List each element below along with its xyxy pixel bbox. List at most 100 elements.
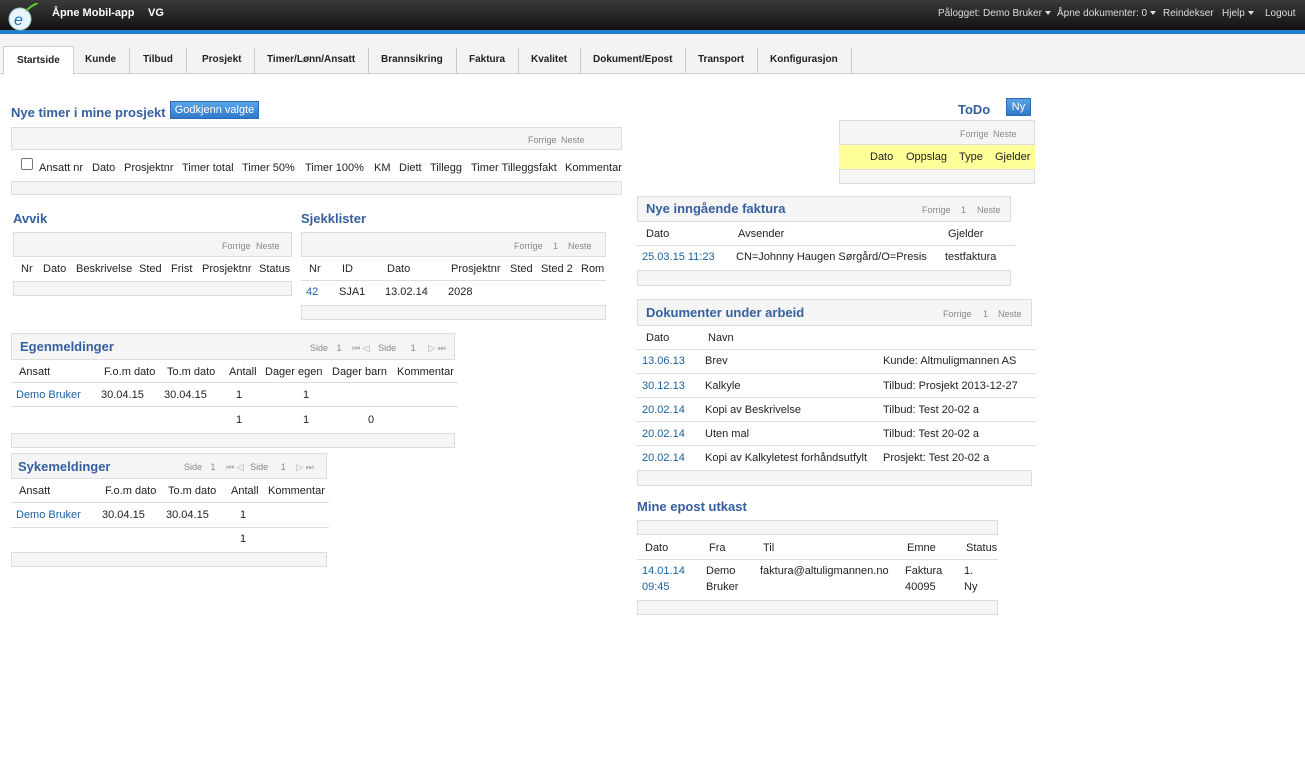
logout-link[interactable]: Logout: [1265, 8, 1296, 19]
tab-kvalitet[interactable]: Kvalitet: [531, 48, 582, 74]
todo-next-link[interactable]: Neste: [993, 129, 1017, 139]
sykemeldinger-col-header[interactable]: To.m dato: [168, 485, 216, 497]
faktura-next-link[interactable]: Neste: [977, 205, 1001, 215]
dokumenter-col-header[interactable]: Dato: [646, 332, 669, 344]
tab-kunde[interactable]: Kunde: [85, 48, 131, 74]
sykemeldinger-col-header[interactable]: Ansatt: [19, 485, 50, 497]
last-page-icon[interactable]: ⏭: [306, 462, 314, 473]
epost-col-header[interactable]: Status: [966, 542, 997, 554]
vg-link[interactable]: VG: [148, 7, 164, 19]
avvik-col-header[interactable]: Frist: [171, 263, 192, 275]
todo-col-header[interactable]: Dato: [870, 151, 893, 163]
tab-brannsikring[interactable]: Brannsikring: [381, 48, 457, 74]
avvik-col-header[interactable]: Beskrivelse: [76, 263, 132, 275]
epost-col-header[interactable]: Til: [763, 542, 774, 554]
sykemeldinger-row-employee-link[interactable]: Demo Bruker: [16, 509, 81, 521]
sjekklister-next-link[interactable]: Neste: [568, 241, 592, 251]
avvik-next-link[interactable]: Neste: [256, 241, 280, 251]
faktura-col-header[interactable]: Dato: [646, 228, 669, 240]
egenmeldinger-col-header[interactable]: Kommentar: [397, 366, 454, 378]
dokumenter-prev-link[interactable]: Forrige: [943, 309, 972, 319]
help-menu[interactable]: Hjelp: [1222, 8, 1254, 19]
sjekklister-col-header[interactable]: Prosjektnr: [451, 263, 501, 275]
tab-faktura[interactable]: Faktura: [469, 48, 520, 74]
epost-col-header[interactable]: Fra: [709, 542, 726, 554]
egenmeldinger-col-header[interactable]: F.o.m dato: [104, 366, 155, 378]
timer-next-link[interactable]: Neste: [561, 135, 585, 145]
timer-col-header[interactable]: Kommentar: [565, 162, 622, 174]
avvik-col-header[interactable]: Dato: [43, 263, 66, 275]
sjekklister-col-header[interactable]: Nr: [309, 263, 321, 275]
first-page-icon[interactable]: ⏮: [352, 343, 360, 354]
first-page-icon[interactable]: ⏮: [226, 462, 234, 473]
todo-col-header[interactable]: Gjelder: [995, 151, 1030, 163]
epost-col-header[interactable]: Emne: [907, 542, 936, 554]
logged-in-menu[interactable]: Pålogget: Demo Bruker: [938, 8, 1051, 19]
timer-col-header[interactable]: Timer 100%: [305, 162, 364, 174]
todo-col-header[interactable]: Type: [959, 151, 983, 163]
dokumenter-next-link[interactable]: Neste: [998, 309, 1022, 319]
timer-col-header[interactable]: Timer Tilleggsfakt: [471, 162, 557, 174]
tab-startside[interactable]: Startside: [3, 46, 74, 75]
avvik-col-header[interactable]: Nr: [21, 263, 33, 275]
timer-select-all-checkbox[interactable]: [21, 158, 33, 170]
next-page-icon[interactable]: ▷: [428, 343, 435, 354]
timer-col-header[interactable]: Prosjektnr: [124, 162, 174, 174]
egenmeldinger-col-header[interactable]: Antall: [229, 366, 257, 378]
avvik-prev-link[interactable]: Forrige: [222, 241, 251, 251]
avvik-col-header[interactable]: Prosjektnr: [202, 263, 252, 275]
sykemeldinger-col-header[interactable]: F.o.m dato: [105, 485, 156, 497]
faktura-row-date-link[interactable]: 25.03.15 11:23: [642, 251, 715, 263]
dokumenter-row-date-link[interactable]: 20.02.14: [642, 452, 685, 464]
epost-row-date-link[interactable]: 14.01.14: [642, 565, 685, 577]
tab-transport[interactable]: Transport: [698, 48, 759, 74]
tab-tilbud[interactable]: Tilbud: [143, 48, 187, 74]
prev-page-icon[interactable]: ◁: [237, 462, 244, 473]
open-documents-menu[interactable]: Åpne dokumenter: 0: [1057, 8, 1157, 19]
dokumenter-col-header[interactable]: Navn: [708, 332, 734, 344]
egenmeldinger-col-header[interactable]: Dager egen: [265, 366, 323, 378]
sjekklister-col-header[interactable]: Rom: [581, 263, 604, 275]
faktura-col-header[interactable]: Gjelder: [948, 228, 983, 240]
avvik-col-header[interactable]: Status: [259, 263, 290, 275]
timer-col-header[interactable]: Dato: [92, 162, 115, 174]
tab-konfigurasjon[interactable]: Konfigurasjon: [770, 48, 852, 74]
timer-col-header[interactable]: Ansatt nr: [39, 162, 83, 174]
sykemeldinger-col-header[interactable]: Antall: [231, 485, 259, 497]
tab-prosjekt[interactable]: Prosjekt: [202, 48, 256, 74]
egenmeldinger-col-header[interactable]: To.m dato: [167, 366, 215, 378]
app-title-link[interactable]: Åpne Mobil-app: [52, 7, 135, 19]
epost-row-time-link[interactable]: 09:45: [642, 581, 670, 593]
timer-prev-link[interactable]: Forrige: [528, 135, 557, 145]
app-logo-icon[interactable]: e: [4, 2, 39, 31]
sjekklister-col-header[interactable]: Dato: [387, 263, 410, 275]
todo-prev-link[interactable]: Forrige: [960, 129, 989, 139]
faktura-col-header[interactable]: Avsender: [738, 228, 784, 240]
timer-col-header[interactable]: Diett: [399, 162, 422, 174]
dokumenter-row-date-link[interactable]: 30.12.13: [642, 380, 685, 392]
epost-col-header[interactable]: Dato: [645, 542, 668, 554]
todo-new-button[interactable]: Ny: [1006, 98, 1031, 116]
sjekklister-col-header[interactable]: Sted: [510, 263, 533, 275]
sykemeldinger-col-header[interactable]: Kommentar: [268, 485, 325, 497]
todo-col-header[interactable]: Oppslag: [906, 151, 947, 163]
dokumenter-row-date-link[interactable]: 20.02.14: [642, 404, 685, 416]
next-page-icon[interactable]: ▷: [296, 462, 303, 473]
egenmeldinger-col-header[interactable]: Ansatt: [19, 366, 50, 378]
last-page-icon[interactable]: ⏭: [438, 343, 446, 354]
timer-col-header[interactable]: KM: [374, 162, 391, 174]
sjekklister-col-header[interactable]: Sted 2: [541, 263, 573, 275]
timer-col-header[interactable]: Timer total: [182, 162, 234, 174]
egenmeldinger-row-employee-link[interactable]: Demo Bruker: [16, 389, 81, 401]
tab-dokument-epost[interactable]: Dokument/Epost: [593, 48, 687, 74]
dokumenter-row-date-link[interactable]: 13.06.13: [642, 355, 685, 367]
sjekklister-col-header[interactable]: ID: [342, 263, 353, 275]
dokumenter-row-date-link[interactable]: 20.02.14: [642, 428, 685, 440]
sjekklister-row-nr-link[interactable]: 42: [306, 286, 318, 298]
sjekklister-prev-link[interactable]: Forrige: [514, 241, 543, 251]
approve-selected-button[interactable]: Godkjenn valgte: [170, 101, 259, 119]
tab-timer[interactable]: Timer/Lønn/Ansatt: [267, 48, 370, 74]
timer-col-header[interactable]: Tillegg: [430, 162, 462, 174]
prev-page-icon[interactable]: ◁: [363, 343, 370, 354]
egenmeldinger-col-header[interactable]: Dager barn: [332, 366, 387, 378]
